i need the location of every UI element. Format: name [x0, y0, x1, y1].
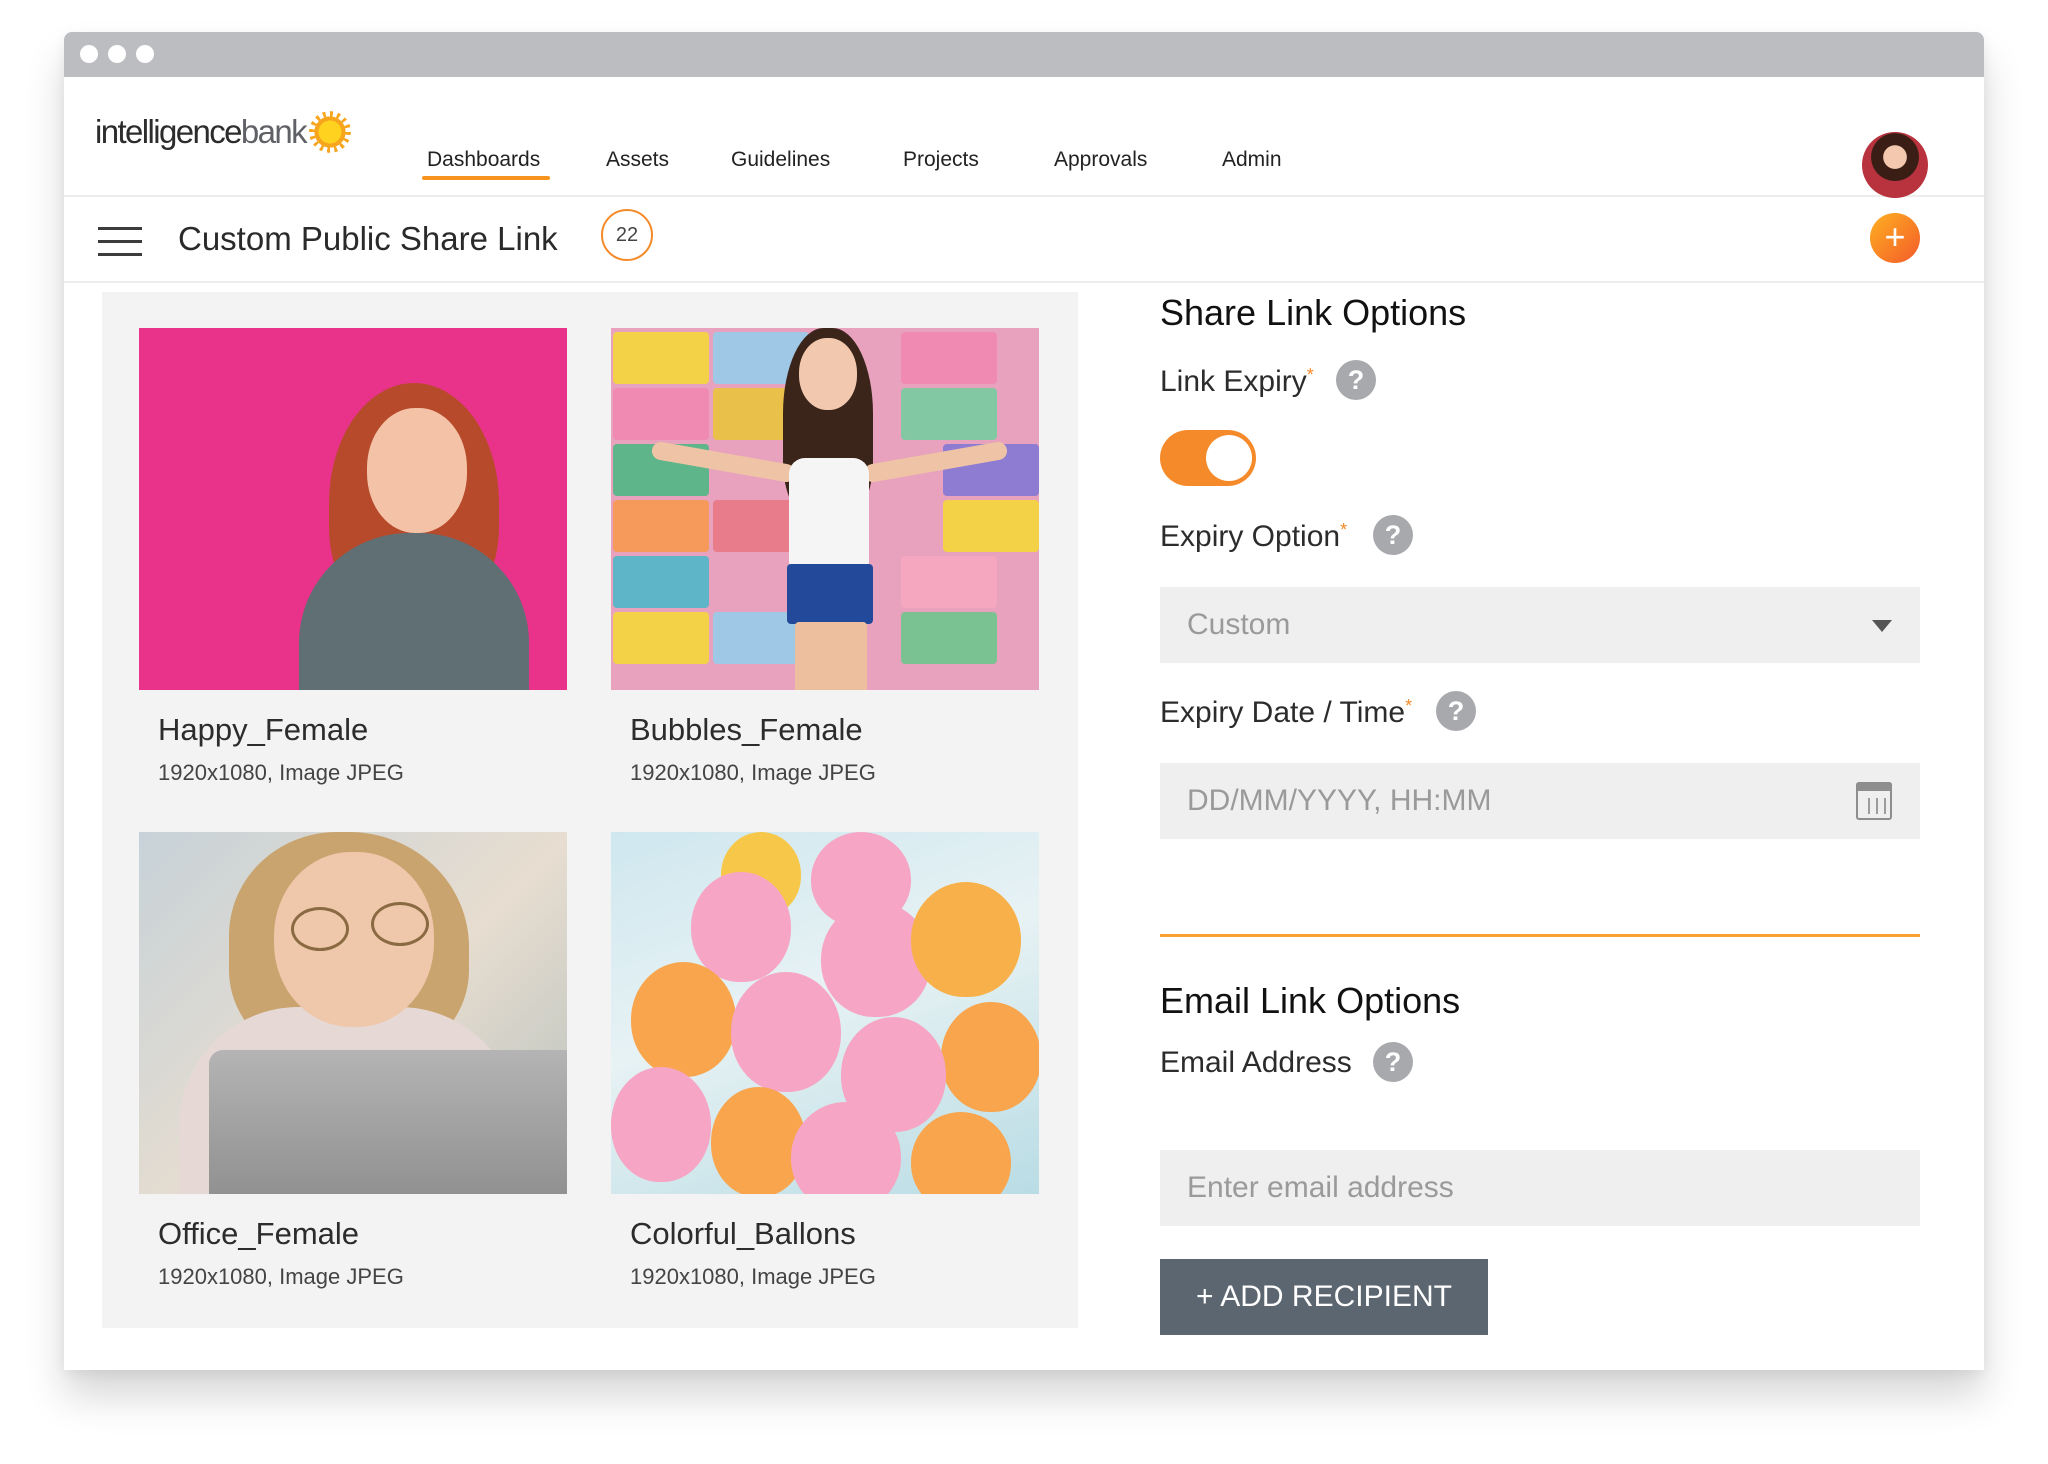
window-dot-icon[interactable]	[136, 45, 154, 63]
help-icon[interactable]: ?	[1436, 691, 1476, 731]
asset-meta: 1920x1080, Image JPEG	[630, 1264, 876, 1289]
expiry-option-select[interactable]: Custom	[1160, 587, 1920, 663]
asset-thumbnail[interactable]	[611, 832, 1039, 1194]
link-expiry-label: Link Expiry*	[1160, 365, 1314, 399]
nav-assets[interactable]: Assets	[606, 148, 669, 172]
expiry-date-label-text: Expiry Date / Time	[1160, 696, 1406, 729]
email-address-label: Email Address	[1160, 1046, 1352, 1079]
required-mark: *	[1340, 520, 1348, 540]
user-avatar[interactable]	[1862, 132, 1928, 198]
link-expiry-label-text: Link Expiry	[1160, 365, 1307, 398]
email-input[interactable]: Enter email address	[1160, 1150, 1920, 1226]
asset-count-badge: 22	[601, 209, 653, 261]
asset-meta: 1920x1080, Image JPEG	[158, 760, 404, 785]
window-dot-icon[interactable]	[108, 45, 126, 63]
required-mark: *	[1306, 365, 1314, 385]
nav-guidelines[interactable]: Guidelines	[731, 148, 830, 172]
help-icon[interactable]: ?	[1336, 360, 1376, 400]
asset-name: Colorful_Ballons	[630, 1216, 856, 1251]
asset-meta: 1920x1080, Image JPEG	[630, 760, 876, 785]
top-navbar: intelligencebank Dashboards Assets Guide…	[64, 77, 1984, 198]
expiry-option-value: Custom	[1187, 608, 1291, 641]
page-header: Custom Public Share Link 22 +	[64, 199, 1984, 283]
asset-card[interactable]: Happy_Female 1920x1080, Image JPEG	[139, 328, 567, 786]
nav-admin[interactable]: Admin	[1222, 148, 1282, 172]
asset-name: Office_Female	[158, 1216, 360, 1251]
add-recipient-button[interactable]: + ADD RECIPIENT	[1160, 1259, 1488, 1335]
section-divider	[1160, 934, 1920, 937]
logo-text: intelligencebank	[95, 113, 308, 151]
logo-text-accent: bank	[240, 113, 308, 150]
share-link-options-title: Share Link Options	[1160, 292, 1467, 333]
dropdown-caret-icon	[1872, 620, 1892, 632]
asset-thumbnail[interactable]	[611, 328, 1039, 690]
nav-approvals[interactable]: Approvals	[1054, 148, 1147, 172]
intelligencebank-logo[interactable]: intelligencebank	[95, 102, 352, 162]
logo-text-main: intelligence	[95, 113, 243, 150]
asset-gallery: Happy_Female 1920x1080, Image JPEG Bubbl…	[102, 292, 1078, 1328]
help-icon[interactable]: ?	[1373, 1042, 1413, 1082]
nav-projects[interactable]: Projects	[903, 148, 979, 172]
sun-logo-icon	[309, 111, 352, 153]
window-dot-icon[interactable]	[80, 45, 98, 63]
link-expiry-toggle[interactable]	[1160, 430, 1256, 486]
expiry-option-label-text: Expiry Option	[1160, 520, 1341, 553]
toggle-knob	[1206, 435, 1252, 481]
browser-window: intelligencebank Dashboards Assets Guide…	[64, 32, 1984, 1370]
asset-card[interactable]: Office_Female 1920x1080, Image JPEG	[139, 832, 567, 1290]
active-nav-indicator	[422, 176, 550, 180]
asset-meta: 1920x1080, Image JPEG	[158, 1264, 404, 1289]
expiry-option-label: Expiry Option*	[1160, 520, 1347, 554]
expiry-date-label: Expiry Date / Time*	[1160, 696, 1412, 730]
hamburger-icon[interactable]	[98, 227, 142, 257]
email-placeholder: Enter email address	[1187, 1171, 1454, 1204]
page-title: Custom Public Share Link	[178, 220, 558, 257]
asset-thumbnail[interactable]	[139, 328, 567, 690]
expiry-date-placeholder: DD/MM/YYYY, HH:MM	[1187, 784, 1492, 817]
asset-name: Bubbles_Female	[630, 712, 863, 747]
asset-card[interactable]: Bubbles_Female 1920x1080, Image JPEG	[611, 328, 1039, 786]
expiry-date-input[interactable]: DD/MM/YYYY, HH:MM	[1160, 763, 1920, 839]
help-icon[interactable]: ?	[1373, 515, 1413, 555]
asset-name: Happy_Female	[158, 712, 369, 747]
window-titlebar	[64, 32, 1984, 77]
asset-thumbnail[interactable]	[139, 832, 567, 1194]
asset-card[interactable]: Colorful_Ballons 1920x1080, Image JPEG	[611, 832, 1039, 1290]
add-button[interactable]: +	[1870, 213, 1920, 263]
calendar-icon[interactable]	[1856, 782, 1892, 820]
required-mark: *	[1405, 696, 1413, 716]
email-link-options-title: Email Link Options	[1160, 980, 1461, 1021]
nav-dashboards[interactable]: Dashboards	[427, 148, 540, 172]
